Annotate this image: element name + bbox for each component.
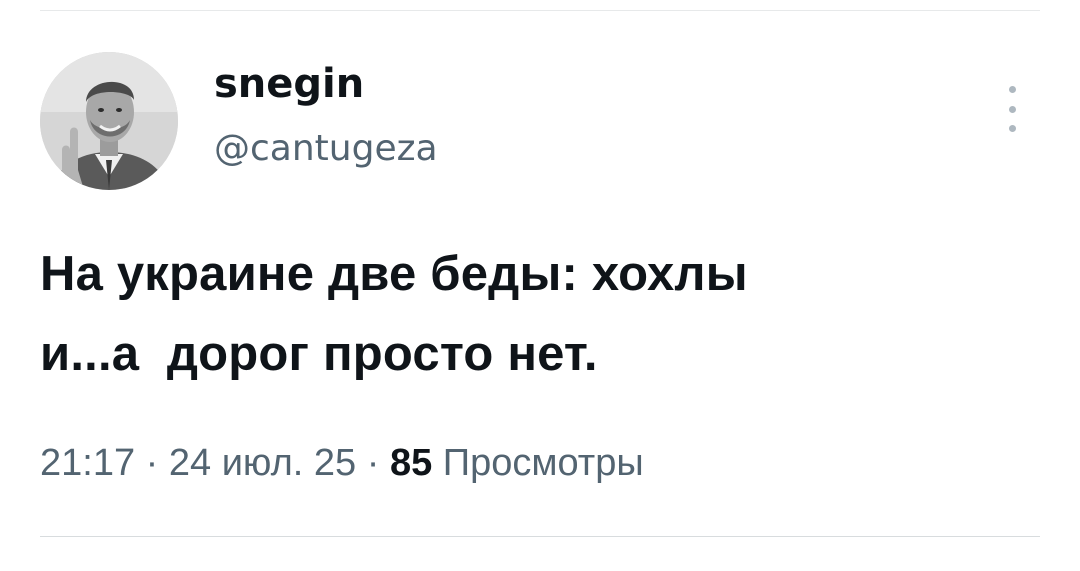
tweet-date[interactable]: 24 июл. 25	[169, 442, 356, 484]
meta-separator: ·	[356, 442, 390, 484]
views-label[interactable]: Просмотры	[443, 442, 644, 484]
more-dot	[1008, 105, 1016, 113]
author-display-name[interactable]: snegin	[214, 64, 364, 104]
more-dot	[1008, 86, 1016, 93]
top-divider	[40, 10, 1040, 11]
more-dot	[1008, 125, 1016, 132]
tweet-text-line: и...а дорог просто нет.	[40, 327, 598, 381]
avatar[interactable]	[40, 52, 178, 190]
bottom-divider	[40, 536, 1040, 537]
author-handle[interactable]: @cantugeza	[214, 131, 438, 167]
tweet-metadata: 21:17 · 24 июл. 25 · 85 Просмотры	[40, 444, 644, 482]
views-count[interactable]: 85	[390, 442, 432, 484]
tweet-text: На украине две беды: хохлы и...а дорог пр…	[40, 234, 1040, 394]
tweet-text-line: На украине две беды: хохлы	[40, 247, 748, 301]
more-vertical-icon[interactable]	[1000, 86, 1024, 132]
tweet-time[interactable]: 21:17	[40, 442, 135, 484]
meta-separator: ·	[135, 442, 169, 484]
tweet-card: snegin @cantugeza На украине две беды: х…	[0, 0, 1080, 571]
